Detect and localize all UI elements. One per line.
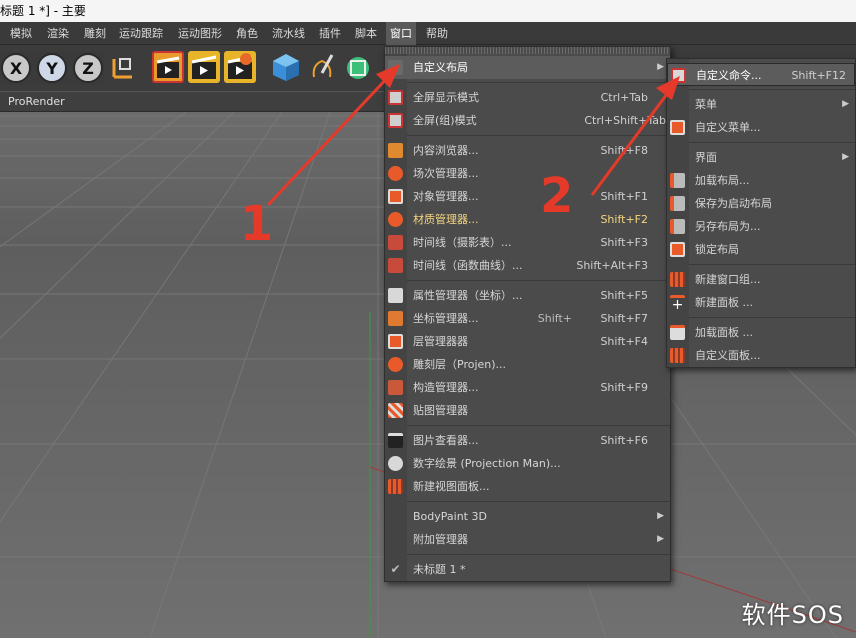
annotation-arrows <box>266 64 680 207</box>
annotation-one: 1 <box>240 196 274 252</box>
watermark: 软件SOS <box>741 601 844 629</box>
annotation-two: 2 <box>540 168 574 224</box>
